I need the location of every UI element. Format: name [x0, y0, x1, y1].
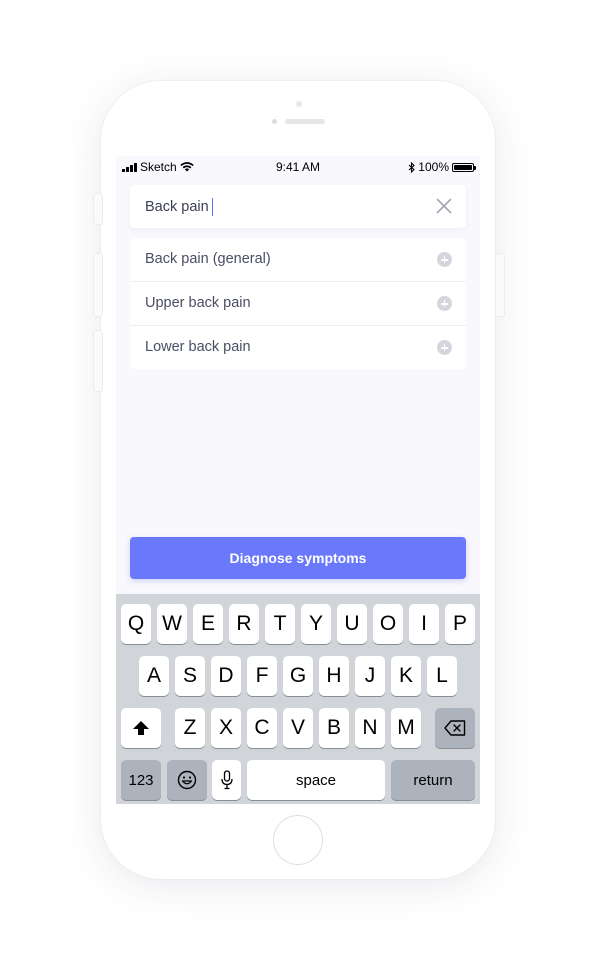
suggestion-item[interactable]: Back pain (general)	[130, 238, 466, 282]
volume-down-button	[93, 330, 103, 392]
space-key[interactable]: space	[247, 760, 385, 800]
battery-group: 100%	[408, 160, 476, 174]
key-e[interactable]: E	[193, 604, 223, 644]
key-c[interactable]: C	[247, 708, 277, 748]
suggestion-item[interactable]: Lower back pain	[130, 326, 466, 369]
plus-circle-icon[interactable]	[437, 340, 452, 355]
suggestion-item[interactable]: Upper back pain	[130, 282, 466, 326]
camera	[296, 101, 302, 107]
key-r[interactable]: R	[229, 604, 259, 644]
key-s[interactable]: S	[175, 656, 205, 696]
speaker-grille	[285, 119, 325, 124]
bluetooth-icon	[408, 161, 416, 173]
suggestion-label: Back pain (general)	[145, 251, 271, 267]
key-g[interactable]: G	[283, 656, 313, 696]
backspace-key[interactable]	[435, 708, 475, 748]
home-button[interactable]	[273, 815, 323, 865]
shift-key[interactable]	[121, 708, 161, 748]
return-key[interactable]: return	[391, 760, 475, 800]
text-cursor	[211, 198, 213, 216]
key-h[interactable]: H	[319, 656, 349, 696]
key-a[interactable]: A	[139, 656, 169, 696]
volume-up-button	[93, 253, 103, 317]
dictation-key[interactable]	[212, 760, 241, 800]
key-o[interactable]: O	[373, 604, 403, 644]
key-t[interactable]: T	[265, 604, 295, 644]
plus-circle-icon[interactable]	[437, 296, 452, 311]
side-switch	[93, 193, 103, 225]
key-q[interactable]: Q	[121, 604, 151, 644]
keyboard: Q W E R T Y U O I P A S D F G H J K L Z …	[116, 594, 480, 804]
key-x[interactable]: X	[211, 708, 241, 748]
key-j[interactable]: J	[355, 656, 385, 696]
battery-icon	[452, 162, 476, 172]
key-l[interactable]: L	[427, 656, 457, 696]
numbers-key[interactable]: 123	[121, 760, 161, 800]
key-u[interactable]: U	[337, 604, 367, 644]
key-m[interactable]: M	[391, 708, 421, 748]
backspace-icon	[444, 720, 466, 736]
microphone-icon	[220, 770, 233, 790]
emoji-icon	[177, 770, 197, 790]
key-z[interactable]: Z	[175, 708, 205, 748]
key-w[interactable]: W	[157, 604, 187, 644]
key-k[interactable]: K	[391, 656, 421, 696]
suggestion-label: Lower back pain	[145, 339, 251, 355]
plus-circle-icon[interactable]	[437, 252, 452, 267]
key-b[interactable]: B	[319, 708, 349, 748]
key-v[interactable]: V	[283, 708, 313, 748]
battery-percent: 100%	[418, 160, 449, 174]
key-i[interactable]: I	[409, 604, 439, 644]
search-input-value: Back pain	[145, 199, 209, 215]
key-y[interactable]: Y	[301, 604, 331, 644]
screen: Sketch 9:41 AM 100% Back pain Back pain	[116, 156, 480, 804]
key-d[interactable]: D	[211, 656, 241, 696]
sensor	[272, 119, 277, 124]
key-n[interactable]: N	[355, 708, 385, 748]
diagnose-button[interactable]: Diagnose symptoms	[130, 537, 466, 579]
search-field[interactable]: Back pain	[130, 185, 466, 228]
key-f[interactable]: F	[247, 656, 277, 696]
status-bar: Sketch 9:41 AM 100%	[116, 156, 480, 176]
power-button	[495, 253, 505, 317]
key-p[interactable]: P	[445, 604, 475, 644]
suggestion-list: Back pain (general) Upper back pain Lowe…	[130, 238, 466, 369]
shift-icon	[133, 721, 149, 735]
emoji-key[interactable]	[167, 760, 207, 800]
close-icon[interactable]	[434, 196, 454, 216]
suggestion-label: Upper back pain	[145, 295, 251, 311]
